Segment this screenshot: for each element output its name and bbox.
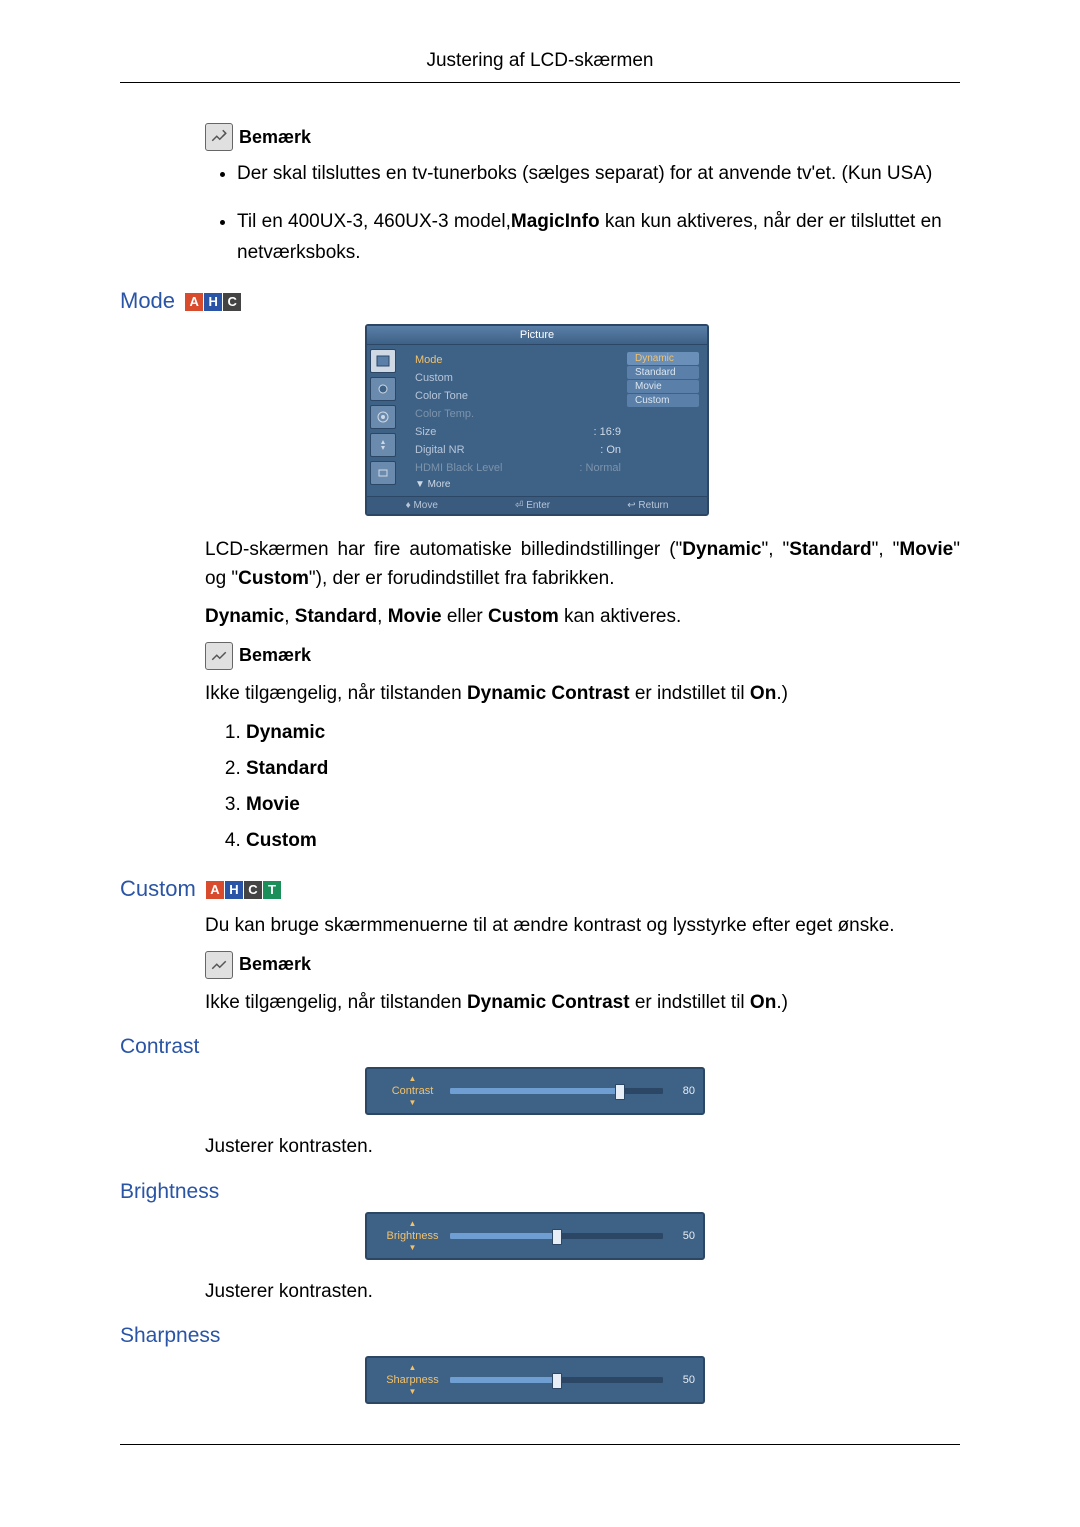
subhead-sharpness: Sharpness: [120, 1324, 960, 1348]
osd-option: Dynamic: [627, 352, 699, 365]
mode-note-text: Ikke tilgængelig, når tilstanden Dynamic…: [205, 680, 960, 709]
badge-group: A H C T: [206, 881, 282, 899]
intro-bullet-list: Der skal tilsluttes en tv-tunerboks (sæl…: [215, 159, 960, 268]
note-icon: [205, 642, 233, 670]
slider-label: Sharpness: [386, 1374, 439, 1386]
contrast-desc: Justerer kontrasten.: [205, 1133, 960, 1162]
list-item: Custom: [246, 830, 960, 852]
osd-setup-icon: [370, 405, 396, 429]
slider-track: [450, 1088, 663, 1094]
slider-value: 50: [671, 1230, 695, 1242]
note-label: Bemærk: [239, 645, 311, 666]
badge-group: A H C: [185, 293, 242, 311]
custom-para: Du kan bruge skærmmenuerne til at ændre …: [205, 912, 960, 941]
osd-title: Picture: [367, 326, 707, 345]
footer-rule: [120, 1444, 960, 1445]
badge-h: H: [204, 293, 222, 311]
badge-a: A: [185, 293, 203, 311]
note-row: Bemærk: [205, 642, 960, 670]
badge-a: A: [206, 881, 224, 899]
osd-multi-icon: [370, 433, 396, 457]
mode-option-list: Dynamic Standard Movie Custom: [220, 722, 960, 852]
osd-option: Standard: [627, 366, 699, 379]
slider-value: 50: [671, 1374, 695, 1386]
note-row: Bemærk: [205, 123, 960, 151]
note-label: Bemærk: [239, 954, 311, 975]
list-item: Dynamic: [246, 722, 960, 744]
note-icon: [205, 951, 233, 979]
down-arrow-icon: ▼: [409, 1244, 417, 1252]
subhead-brightness: Brightness: [120, 1180, 960, 1204]
note-row: Bemærk: [205, 951, 960, 979]
slider-label: Brightness: [387, 1230, 439, 1242]
osd-picture-icon: [370, 349, 396, 373]
osd-side-icons: [367, 345, 405, 496]
badge-c: C: [223, 293, 241, 311]
list-item: Standard: [246, 758, 960, 780]
osd-sound-icon: [370, 377, 396, 401]
section-title-mode: Mode A H C: [120, 288, 960, 314]
mode-para-2: Dynamic, Standard, Movie eller Custom ka…: [205, 603, 960, 632]
section-title-custom: Custom A H C T: [120, 876, 960, 902]
slider-thumb: [615, 1084, 625, 1100]
badge-h: H: [225, 881, 243, 899]
badge-c: C: [244, 881, 262, 899]
badge-t: T: [263, 881, 281, 899]
mode-para-1: LCD-skærmen har fire automatiske billedi…: [205, 536, 960, 593]
sharpness-slider-screenshot: ▲ Sharpness ▼ 50: [365, 1356, 960, 1404]
subhead-contrast: Contrast: [120, 1035, 960, 1059]
brightness-slider-screenshot: ▲ Brightness ▼ 50: [365, 1212, 960, 1260]
down-arrow-icon: ▼: [409, 1388, 417, 1396]
brightness-desc: Justerer kontrasten.: [205, 1278, 960, 1307]
custom-note-text: Ikke tilgængelig, når tilstanden Dynamic…: [205, 989, 960, 1018]
slider-track: [450, 1233, 663, 1239]
up-arrow-icon: ▲: [409, 1364, 417, 1372]
osd-menu: Mode Custom Color Tone Color Temp. Size:…: [405, 345, 707, 496]
content: Bemærk Der skal tilsluttes en tv-tunerbo…: [120, 123, 960, 1404]
slider-thumb: [552, 1373, 562, 1389]
list-item: Der skal tilsluttes en tv-tunerboks (sæl…: [237, 159, 960, 189]
osd-footer: ♦ Move ⏎ Enter ↩ Return: [367, 496, 707, 514]
note-icon: [205, 123, 233, 151]
contrast-slider-screenshot: ▲ Contrast ▼ 80: [365, 1067, 960, 1115]
slider-value: 80: [671, 1085, 695, 1097]
page-header: Justering af LCD-skærmen: [120, 50, 960, 83]
up-arrow-icon: ▲: [409, 1220, 417, 1228]
down-arrow-icon: ▼: [409, 1099, 417, 1107]
osd-option: Custom: [627, 394, 699, 407]
list-item: Movie: [246, 794, 960, 816]
slider-track: [450, 1377, 663, 1383]
osd-input-icon: [370, 461, 396, 485]
note-label: Bemærk: [239, 127, 311, 148]
up-arrow-icon: ▲: [409, 1075, 417, 1083]
osd-screenshot: Picture Mode Custom: [365, 324, 960, 516]
list-item: Til en 400UX-3, 460UX-3 model,MagicInfo …: [237, 207, 960, 268]
osd-panel: Picture Mode Custom: [365, 324, 709, 516]
page: Justering af LCD-skærmen Bemærk Der skal…: [0, 0, 1080, 1485]
osd-option: Movie: [627, 380, 699, 393]
slider-thumb: [552, 1229, 562, 1245]
slider-label: Contrast: [392, 1085, 434, 1097]
